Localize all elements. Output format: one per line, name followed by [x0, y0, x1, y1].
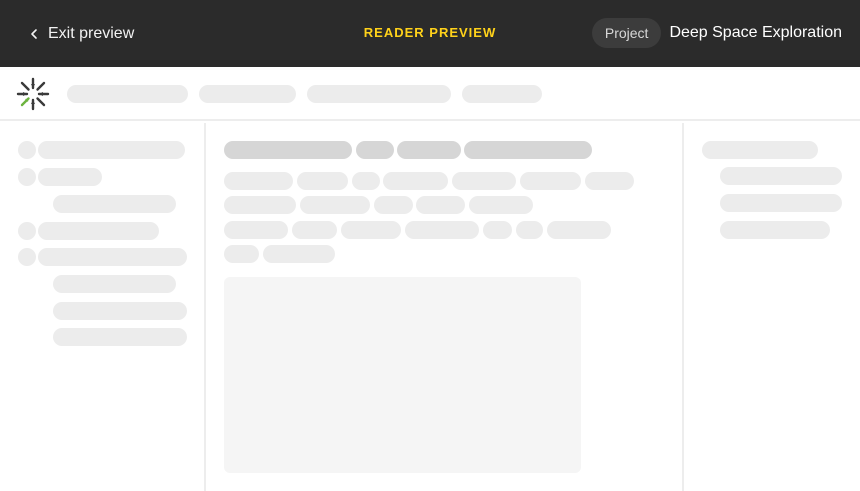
preview-topbar: Exit preview READER PREVIEW Project Deep… — [0, 0, 860, 67]
toc-subitem-placeholder — [53, 302, 187, 320]
toc-subitem-placeholder — [53, 275, 176, 293]
text-line-placeholder — [383, 172, 448, 190]
text-line-placeholder — [516, 221, 543, 239]
sidebar-item-placeholder — [720, 167, 842, 185]
article-title-placeholder — [397, 141, 461, 159]
text-line-placeholder — [469, 196, 533, 214]
exit-preview-button[interactable]: Exit preview — [28, 22, 134, 46]
text-line-placeholder — [224, 245, 259, 263]
toc-item-placeholder — [38, 141, 185, 159]
text-line-placeholder — [352, 172, 380, 190]
text-line-placeholder — [263, 245, 335, 263]
exit-preview-label: Exit preview — [48, 25, 135, 42]
project-info: Project Deep Space Exploration — [591, 18, 842, 48]
toc-bullet-placeholder — [18, 141, 36, 159]
sidebar-item-placeholder — [720, 194, 842, 212]
project-badge: Project — [591, 18, 662, 48]
nav-link-placeholder — [67, 85, 188, 103]
starburst-logo-icon[interactable] — [15, 76, 51, 112]
nav-link-placeholder — [199, 85, 296, 103]
article-title-placeholder — [224, 141, 352, 159]
toc-subitem-placeholder — [53, 328, 187, 346]
text-line-placeholder — [374, 196, 413, 214]
text-line-placeholder — [224, 172, 293, 190]
toc-item-placeholder — [38, 248, 187, 266]
article-title-placeholder — [356, 141, 394, 159]
project-name: Deep Space Exploration — [669, 24, 842, 41]
text-line-placeholder — [520, 172, 581, 190]
image-placeholder — [224, 277, 581, 473]
text-line-placeholder — [405, 221, 479, 239]
toc-bullet-placeholder — [18, 248, 36, 266]
text-line-placeholder — [341, 221, 401, 239]
toc-bullet-placeholder — [18, 168, 36, 186]
toc-item-placeholder — [38, 222, 159, 240]
text-line-placeholder — [292, 221, 337, 239]
toc-item-placeholder — [38, 168, 102, 186]
text-line-placeholder — [585, 172, 634, 190]
toc-subitem-placeholder — [53, 195, 176, 213]
site-navbar — [0, 67, 860, 121]
article-title-placeholder — [464, 141, 592, 159]
reader-preview-title: READER PREVIEW — [363, 25, 497, 40]
sidebar-heading-placeholder — [702, 141, 818, 159]
text-line-placeholder — [300, 196, 370, 214]
text-line-placeholder — [297, 172, 348, 190]
text-line-placeholder — [452, 172, 516, 190]
nav-link-placeholder — [307, 85, 451, 103]
toc-bullet-placeholder — [18, 222, 36, 240]
right-column-divider — [682, 123, 684, 491]
nav-link-placeholder — [462, 85, 542, 103]
left-column-divider — [204, 123, 206, 491]
text-line-placeholder — [483, 221, 512, 239]
sidebar-item-placeholder — [720, 221, 830, 239]
text-line-placeholder — [224, 221, 288, 239]
text-line-placeholder — [547, 221, 611, 239]
chevron-left-icon — [31, 29, 37, 39]
text-line-placeholder — [416, 196, 465, 214]
text-line-placeholder — [224, 196, 296, 214]
